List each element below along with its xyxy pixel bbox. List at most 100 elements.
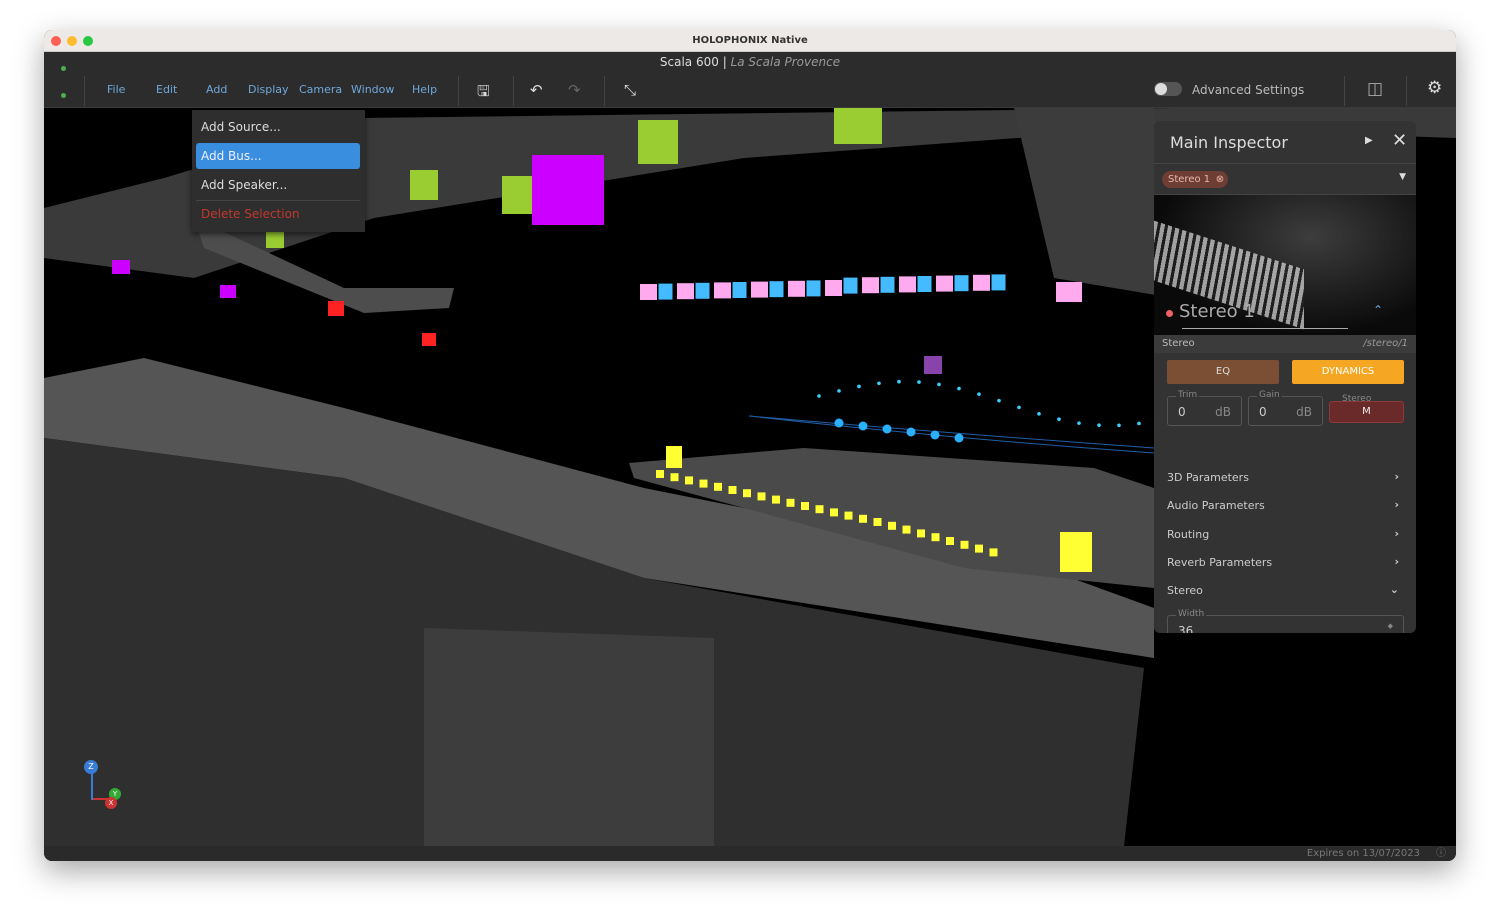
speaker-yellow[interactable]: [743, 489, 751, 498]
menu-add[interactable]: Add: [206, 83, 227, 96]
zoom-window-button[interactable]: [83, 36, 93, 46]
speaker-yellow[interactable]: [656, 470, 664, 478]
expand-arrow-icon[interactable]: ▶: [1365, 135, 1373, 146]
speaker-yellow[interactable]: [1060, 532, 1092, 572]
speaker-array[interactable]: [788, 280, 805, 297]
speaker-yellow[interactable]: [830, 508, 838, 517]
speaker-blue[interactable]: [817, 394, 821, 398]
speaker-array[interactable]: [695, 282, 710, 299]
speaker-blue[interactable]: [877, 381, 881, 386]
speaker-array[interactable]: [899, 276, 916, 293]
speaker-array[interactable]: [640, 284, 657, 300]
speaker-blue[interactable]: [897, 379, 901, 384]
undo-icon[interactable]: ↶: [530, 81, 543, 99]
speaker-array[interactable]: [714, 282, 731, 299]
dropdown-arrow-icon[interactable]: ▼: [1399, 172, 1406, 182]
stepper-icon[interactable]: ◆: [1388, 622, 1393, 630]
speaker-array[interactable]: [862, 277, 879, 294]
selected-source-chip[interactable]: Stereo 1 ⊗: [1162, 171, 1229, 188]
bus-magenta[interactable]: [532, 155, 604, 225]
speaker-array[interactable]: [732, 282, 747, 298]
menu-window[interactable]: Window: [351, 83, 394, 96]
stereo-mode-button[interactable]: Stereo M: [1329, 394, 1404, 423]
speaker-array[interactable]: [991, 274, 1006, 291]
menu-item-delete-selection[interactable]: Delete Selection: [196, 201, 360, 227]
menu-camera[interactable]: Camera: [299, 83, 342, 96]
speaker-array[interactable]: [658, 283, 673, 300]
speaker-yellow[interactable]: [946, 537, 954, 545]
speaker-yellow[interactable]: [786, 498, 795, 507]
speaker-array[interactable]: [917, 276, 932, 292]
speaker-yellow[interactable]: [888, 521, 896, 530]
speaker-array[interactable]: [936, 275, 953, 292]
speaker-blue[interactable]: [977, 392, 981, 396]
speaker-yellow[interactable]: [801, 502, 809, 510]
speaker-blue[interactable]: [954, 433, 964, 443]
speaker-yellow[interactable]: [685, 476, 693, 485]
speaker-blue[interactable]: [906, 427, 916, 437]
collapse-icon[interactable]: ⤡: [624, 81, 636, 99]
speaker-array[interactable]: [769, 281, 784, 298]
speaker-blue[interactable]: [837, 389, 841, 393]
speaker-green[interactable]: [638, 120, 678, 164]
bus-magenta[interactable]: [112, 260, 130, 274]
section-reverb-parameters[interactable]: Reverb Parameters ›: [1167, 555, 1403, 569]
speaker-yellow[interactable]: [670, 473, 679, 482]
speaker-yellow[interactable]: [714, 482, 722, 491]
speaker-blue[interactable]: [858, 421, 868, 431]
speaker-yellow[interactable]: [917, 529, 925, 538]
menu-item-add-bus[interactable]: Add Bus...: [196, 143, 360, 169]
menu-file[interactable]: File: [107, 83, 125, 96]
speaker-array[interactable]: [954, 275, 969, 292]
speaker-red[interactable]: [328, 301, 344, 316]
speaker-blue[interactable]: [1017, 405, 1021, 410]
menu-item-add-speaker[interactable]: Add Speaker...: [196, 172, 360, 198]
speaker-yellow[interactable]: [960, 540, 969, 549]
speaker-blue[interactable]: [1137, 421, 1141, 426]
section-routing[interactable]: Routing ›: [1167, 527, 1403, 541]
gain-field[interactable]: Gain 0 dB: [1248, 390, 1323, 426]
menu-item-add-source[interactable]: Add Source...: [196, 114, 360, 140]
speaker-array[interactable]: [806, 280, 821, 297]
selected-source[interactable]: [924, 356, 942, 374]
speaker-yellow[interactable]: [902, 525, 911, 534]
speaker-green[interactable]: [410, 170, 438, 200]
speaker-green[interactable]: [502, 176, 532, 214]
speaker-yellow[interactable]: [844, 511, 853, 520]
section-3d-parameters[interactable]: 3D Parameters ›: [1167, 470, 1403, 484]
speaker-blue[interactable]: [834, 418, 844, 428]
speaker-blue[interactable]: [1057, 417, 1061, 422]
speaker-blue[interactable]: [882, 424, 892, 434]
remove-chip-icon[interactable]: ⊗: [1216, 171, 1224, 188]
section-audio-parameters[interactable]: Audio Parameters ›: [1167, 498, 1403, 512]
speaker-yellow[interactable]: [931, 533, 940, 542]
speaker-yellow[interactable]: [989, 548, 998, 557]
advanced-settings-toggle[interactable]: [1154, 82, 1182, 96]
speaker-array[interactable]: [1056, 282, 1082, 302]
speaker-green[interactable]: [834, 108, 882, 144]
speaker-array[interactable]: [973, 274, 990, 291]
info-icon[interactable]: ⓘ: [1436, 846, 1446, 861]
speaker-yellow[interactable]: [975, 544, 983, 553]
speaker-yellow[interactable]: [859, 514, 867, 523]
speaker-array[interactable]: [880, 276, 895, 293]
bus-magenta[interactable]: [220, 285, 236, 298]
speaker-yellow[interactable]: [772, 495, 780, 504]
speaker-yellow[interactable]: [757, 492, 766, 501]
settings-gear-icon[interactable]: ⚙: [1427, 78, 1442, 98]
speaker-red[interactable]: [422, 333, 436, 346]
speaker-blue[interactable]: [957, 386, 961, 391]
panel-layout-icon[interactable]: ◫: [1367, 79, 1383, 99]
menu-display[interactable]: Display: [248, 83, 289, 96]
speaker-array[interactable]: [751, 281, 768, 298]
source-selector[interactable]: Stereo 1 ⊗ ▼: [1154, 163, 1416, 195]
minimize-window-button[interactable]: [67, 36, 77, 46]
speaker-array[interactable]: [825, 280, 842, 296]
menu-help[interactable]: Help: [412, 83, 437, 96]
dynamics-button[interactable]: DYNAMICS: [1292, 360, 1404, 384]
trim-field[interactable]: Trim 0 dB: [1167, 390, 1242, 426]
speaker-yellow[interactable]: [666, 446, 682, 468]
speaker-blue[interactable]: [1037, 412, 1041, 416]
menu-edit[interactable]: Edit: [156, 83, 177, 96]
eq-button[interactable]: EQ: [1167, 360, 1279, 384]
